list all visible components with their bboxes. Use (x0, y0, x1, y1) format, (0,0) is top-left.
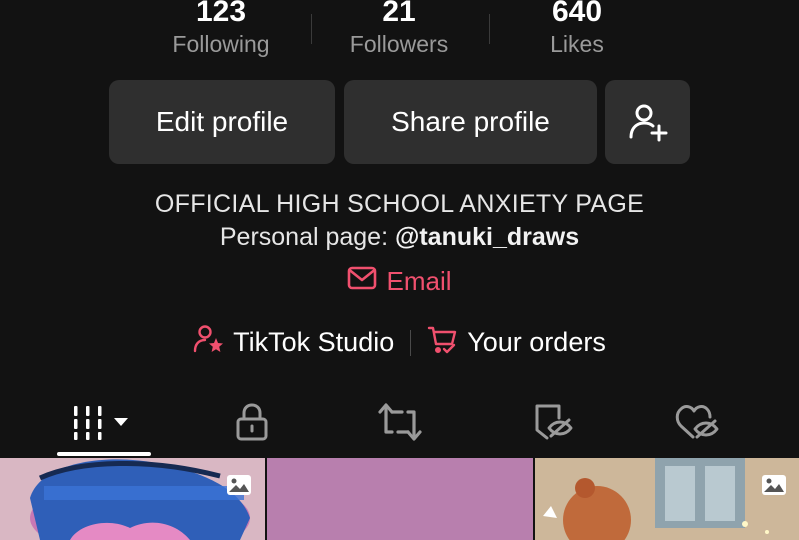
tab-videos[interactable] (24, 390, 184, 458)
active-tab-indicator (57, 452, 151, 456)
profile-links: TikTok Studio Your orders (0, 324, 799, 361)
thumbnail-artwork (535, 458, 799, 540)
video-grid (0, 458, 799, 540)
heart-hidden-icon (675, 402, 719, 447)
mail-icon (347, 266, 386, 297)
tab-liked[interactable] (617, 390, 777, 458)
likes-label: Likes (550, 31, 604, 57)
bio-prefix: Personal page: (219, 223, 395, 251)
tiktok-studio-link[interactable]: TikTok Studio (193, 324, 394, 361)
bookmark-hidden-icon (531, 402, 573, 447)
edit-profile-label: Edit profile (155, 106, 289, 137)
tab-favorites[interactable] (472, 390, 632, 458)
profile-stats: 123 Following 21 Followers 640 Likes (0, 0, 799, 70)
content-tabs (0, 390, 799, 458)
repost-icon (378, 402, 422, 447)
video-thumbnail[interactable] (267, 458, 533, 540)
add-friend-button[interactable] (605, 80, 690, 164)
photo-icon (761, 474, 787, 496)
your-orders-label: Your orders (467, 327, 606, 357)
likes-stat[interactable]: 640 Likes (497, 0, 657, 58)
grid-icon (72, 402, 136, 447)
person-plus-icon (626, 100, 670, 144)
share-profile-label: Share profile (391, 106, 550, 137)
email-button[interactable]: Email (0, 266, 799, 297)
bio-line-personal: Personal page: @tanuki_draws (0, 223, 799, 252)
followers-count: 21 (382, 0, 416, 28)
following-label: Following (172, 31, 270, 57)
thumbnail-artwork (0, 458, 265, 540)
lock-icon (234, 402, 270, 447)
tiktok-studio-label: TikTok Studio (233, 327, 395, 357)
share-profile-button[interactable]: Share profile (344, 80, 597, 164)
tab-private[interactable] (172, 390, 332, 458)
video-thumbnail[interactable] (0, 458, 265, 540)
stat-divider (311, 14, 312, 44)
followers-label: Followers (349, 31, 449, 57)
photo-icon (226, 474, 252, 496)
following-count: 123 (195, 0, 247, 28)
email-label: Email (386, 266, 452, 296)
links-divider (410, 329, 412, 356)
edit-profile-button[interactable]: Edit profile (109, 80, 335, 164)
creator-star-icon (193, 324, 233, 361)
cart-check-icon (427, 324, 467, 361)
followers-stat[interactable]: 21 Followers (319, 0, 479, 58)
stat-divider (489, 14, 490, 44)
tab-reposts[interactable] (320, 390, 480, 458)
bio-handle-link[interactable]: @tanuki_draws (395, 223, 579, 251)
likes-count: 640 (551, 0, 603, 28)
bio-line: OFFICIAL HIGH SCHOOL ANXIETY PAGE (154, 190, 645, 218)
your-orders-link[interactable]: Your orders (427, 324, 606, 361)
following-stat[interactable]: 123 Following (141, 0, 301, 58)
video-thumbnail[interactable] (535, 458, 799, 540)
